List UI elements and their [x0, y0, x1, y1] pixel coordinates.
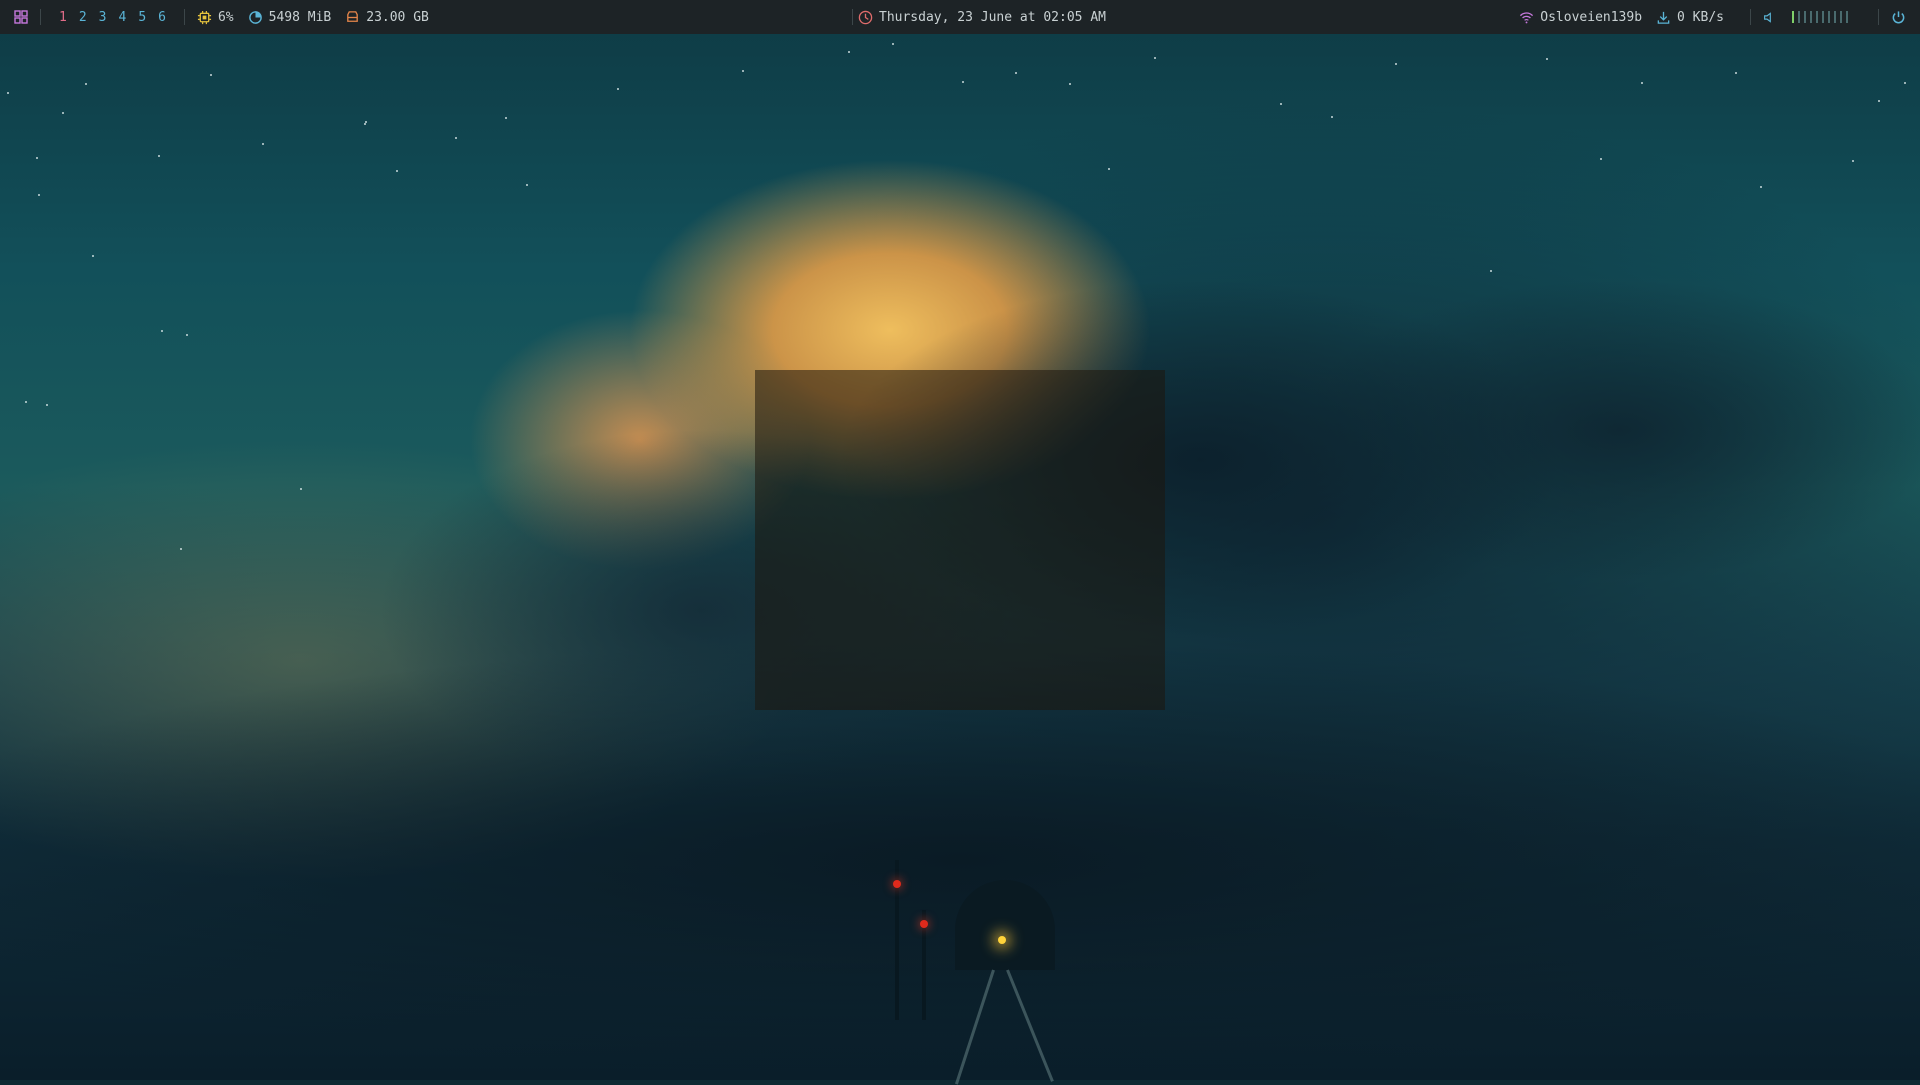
star [210, 74, 212, 76]
cpu-usage: 6% [217, 9, 234, 25]
power-icon[interactable] [1891, 10, 1906, 25]
cpu-icon [197, 10, 212, 24]
volume-slider[interactable] [1792, 11, 1852, 23]
workspace-6[interactable]: 6 [158, 10, 166, 25]
selection-overlay [755, 370, 1165, 710]
star [1546, 58, 1548, 60]
star [1395, 63, 1397, 65]
star [262, 143, 264, 145]
download-icon [1657, 11, 1670, 24]
star [1878, 100, 1880, 102]
cpu-module[interactable]: 6% [197, 10, 234, 25]
star [300, 488, 302, 490]
star [38, 194, 40, 196]
wifi-network-name: Osloveien139b [1540, 9, 1643, 25]
star [396, 170, 398, 172]
star [1904, 82, 1906, 84]
download-speed: 0 KB/s [1677, 9, 1724, 25]
memory-module[interactable]: 5498 MiB [248, 9, 332, 25]
star [526, 184, 528, 186]
star [848, 51, 850, 53]
star [25, 401, 27, 403]
disk-usage: 23.00 GB [366, 9, 429, 25]
star [85, 83, 87, 85]
disk-module[interactable]: 23.00 GB [345, 10, 429, 25]
volume-bar-segment [1822, 11, 1824, 23]
clock-text: Thursday, 23 June at 02:05 AM [879, 9, 1106, 25]
wallpaper-tunnel [955, 880, 1055, 970]
star [1735, 72, 1737, 74]
star [92, 255, 94, 257]
volume-bar-segment [1804, 11, 1806, 23]
disk-icon [347, 10, 359, 22]
star [1154, 57, 1156, 59]
workspace-1[interactable]: 1 [59, 10, 67, 25]
star [186, 334, 188, 336]
bar-divider [40, 9, 41, 25]
star [1015, 72, 1017, 74]
star [455, 137, 457, 139]
star [1108, 168, 1110, 170]
volume-bar-segment [1828, 11, 1830, 23]
volume-bar-segment [1792, 11, 1794, 23]
volume-icon [1764, 11, 1771, 23]
clock-icon [858, 10, 873, 24]
memory-usage: 5498 MiB [268, 9, 332, 25]
star [1490, 270, 1492, 272]
train-headlight [998, 936, 1006, 944]
star [180, 548, 182, 550]
star [158, 155, 160, 157]
volume-bar-segment [1816, 11, 1818, 23]
star [365, 121, 367, 123]
bar-divider [1750, 9, 1751, 25]
volume-bar-segment [1834, 11, 1836, 23]
star [1641, 82, 1643, 84]
app-launcher-icon[interactable] [14, 10, 28, 24]
workspace-3[interactable]: 3 [99, 10, 107, 25]
top-bar: 1 2 3 4 5 6 6% 5498 MiB 23.00 GB Thursda… [0, 0, 1920, 34]
star [742, 70, 744, 72]
memory-pie-icon [248, 10, 262, 24]
volume-bar-segment [1840, 11, 1842, 23]
star [892, 43, 894, 45]
star [161, 330, 163, 332]
wifi-icon [1520, 11, 1534, 23]
star [62, 112, 64, 114]
star [364, 123, 366, 125]
workspace-5[interactable]: 5 [138, 10, 146, 25]
star [962, 81, 964, 83]
bar-divider [1878, 9, 1879, 25]
star [1760, 186, 1762, 188]
star [7, 92, 9, 94]
star [505, 117, 507, 119]
wifi-module[interactable]: Osloveien139b [1519, 10, 1642, 25]
star [1280, 103, 1282, 105]
star [1331, 116, 1333, 118]
bar-divider [183, 9, 185, 25]
star [1600, 158, 1602, 160]
network-speed-module[interactable]: 0 KB/s [1656, 10, 1724, 25]
clock-module[interactable]: Thursday, 23 June at 02:05 AM [858, 0, 1106, 34]
star [617, 88, 619, 90]
bar-divider [852, 9, 853, 25]
star [46, 404, 48, 406]
workspace-2[interactable]: 2 [79, 10, 87, 25]
star [1069, 83, 1071, 85]
volume-bar-segment [1846, 11, 1848, 23]
signal-light [893, 880, 901, 888]
workspace-4[interactable]: 4 [118, 10, 126, 25]
workspace-list: 1 2 3 4 5 6 [53, 10, 172, 25]
signal-light [920, 920, 928, 928]
star [36, 157, 38, 159]
volume-bar-segment [1798, 11, 1800, 23]
star [1852, 160, 1854, 162]
volume-module[interactable] [1763, 11, 1852, 24]
volume-bar-segment [1810, 11, 1812, 23]
